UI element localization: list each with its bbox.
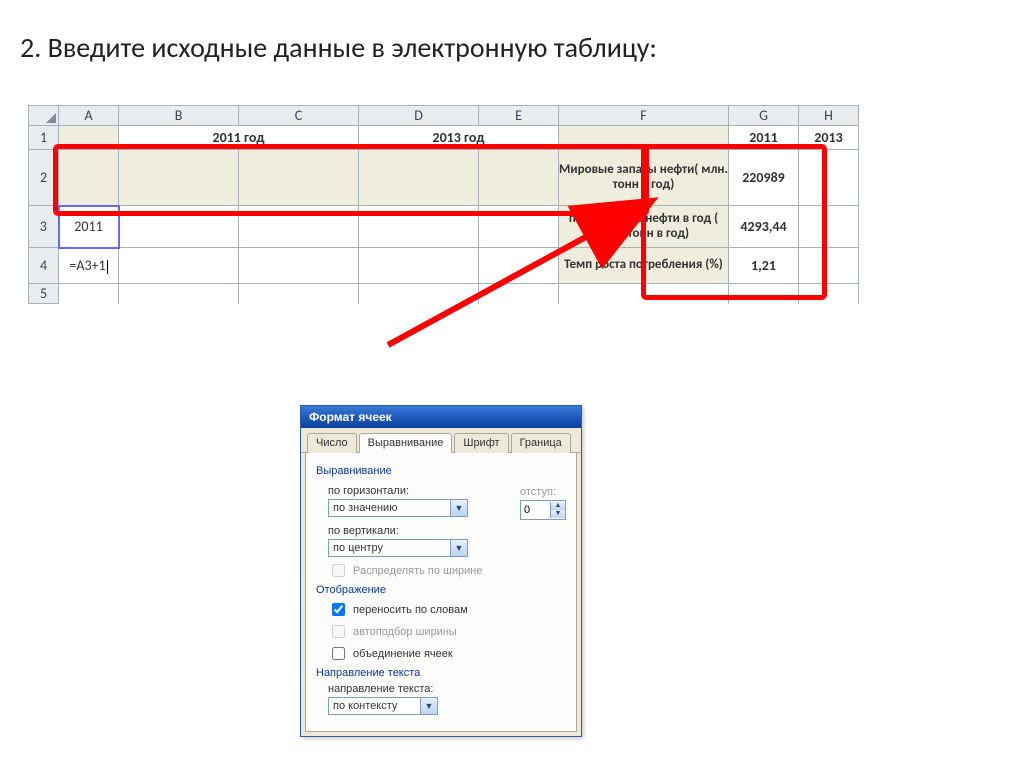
cell-D5[interactable] <box>359 284 479 304</box>
chevron-down-icon: ▼ <box>420 698 437 714</box>
checkbox-wrap[interactable] <box>332 603 345 616</box>
spin-up-icon[interactable]: ▲ <box>550 502 565 510</box>
label-vertical: по вертикали: <box>328 525 566 537</box>
cell-B2[interactable] <box>119 150 239 206</box>
spreadsheet: A B C D E F G H 1 2011 год 2013 год 2011… <box>28 105 1004 304</box>
tab-alignment[interactable]: Выравнивание <box>359 433 453 453</box>
chevron-down-icon: ▼ <box>450 540 467 556</box>
spin-indent-value[interactable] <box>521 501 550 519</box>
col-header-D[interactable]: D <box>359 106 479 126</box>
cell-F4[interactable]: Темп роста потребления (%) <box>559 248 729 284</box>
cell-A1[interactable] <box>59 126 119 150</box>
label-autofit: автоподбор ширины <box>353 626 457 638</box>
cell-B4[interactable] <box>119 248 239 284</box>
cell-F5[interactable] <box>559 284 729 304</box>
label-indent: отступ: <box>520 486 566 498</box>
cell-D4[interactable] <box>359 248 479 284</box>
dialog-title: Формат ячеек <box>301 406 581 428</box>
cell-C5[interactable] <box>239 284 359 304</box>
col-header-H[interactable]: H <box>799 106 859 126</box>
col-header-G[interactable]: G <box>729 106 799 126</box>
cell-H5[interactable] <box>799 284 859 304</box>
section-display: Отображение <box>316 584 566 596</box>
cell-E2[interactable] <box>479 150 559 206</box>
label-horizontal: по горизонтали: <box>328 485 510 497</box>
check-wrap[interactable]: переносить по словам <box>328 600 566 619</box>
cell-B1C1[interactable]: 2011 год <box>119 126 359 150</box>
col-header-F[interactable]: F <box>559 106 729 126</box>
cell-F1[interactable] <box>559 126 729 150</box>
label-distribute: Распределять по ширине <box>353 565 482 577</box>
combo-direction[interactable]: по контексту ▼ <box>328 697 438 715</box>
row-header-2[interactable]: 2 <box>29 150 59 206</box>
cell-H4[interactable] <box>799 248 859 284</box>
col-header-E[interactable]: E <box>479 106 559 126</box>
spin-down-icon[interactable]: ▼ <box>550 510 565 518</box>
check-distribute: Распределять по ширине <box>328 561 566 580</box>
cell-A2[interactable] <box>59 150 119 206</box>
cell-D1E1[interactable]: 2013 год <box>359 126 559 150</box>
row-header-5[interactable]: 5 <box>29 284 59 304</box>
cell-A5[interactable] <box>59 284 119 304</box>
label-merge: объединение ячеек <box>353 648 453 660</box>
cell-C4[interactable] <box>239 248 359 284</box>
row-header-3[interactable]: 3 <box>29 206 59 248</box>
check-autofit: автоподбор ширины <box>328 622 566 641</box>
cell-A3[interactable]: 2011 <box>59 206 119 248</box>
cell-E4[interactable] <box>479 248 559 284</box>
tab-font[interactable]: Шрифт <box>454 433 508 453</box>
row-header-1[interactable]: 1 <box>29 126 59 150</box>
section-direction: Направление текста <box>316 667 566 679</box>
cell-C3[interactable] <box>239 206 359 248</box>
combo-horizontal[interactable]: по значению ▼ <box>328 499 468 517</box>
cell-G5[interactable] <box>729 284 799 304</box>
col-header-B[interactable]: B <box>119 106 239 126</box>
sheet-table[interactable]: A B C D E F G H 1 2011 год 2013 год 2011… <box>28 105 859 304</box>
cell-D3[interactable] <box>359 206 479 248</box>
combo-vertical-value: по центру <box>333 542 383 554</box>
cell-G1[interactable]: 2011 <box>729 126 799 150</box>
cell-F3[interactable]: потребление нефти в год ( млн. тонн в го… <box>559 206 729 248</box>
combo-horizontal-value: по значению <box>333 502 397 514</box>
label-direction: направление текста: <box>328 683 566 695</box>
checkbox-distribute <box>332 564 345 577</box>
cell-G2[interactable]: 220989 <box>729 150 799 206</box>
cell-D2[interactable] <box>359 150 479 206</box>
spin-indent[interactable]: ▲ ▼ <box>520 500 566 520</box>
cell-E5[interactable] <box>479 284 559 304</box>
cell-B5[interactable] <box>119 284 239 304</box>
section-alignment: Выравнивание <box>316 465 566 477</box>
col-header-A[interactable]: A <box>59 106 119 126</box>
select-all-corner[interactable] <box>29 106 59 126</box>
checkbox-autofit <box>332 625 345 638</box>
cell-G4[interactable]: 1,21 <box>729 248 799 284</box>
chevron-down-icon: ▼ <box>450 500 467 516</box>
cell-A4[interactable]: =A3+1 <box>59 248 119 284</box>
label-wrap: переносить по словам <box>353 604 468 616</box>
cell-F2[interactable]: Мировые запасы нефти( млн. тонн в год) <box>559 150 729 206</box>
check-merge[interactable]: объединение ячеек <box>328 644 566 663</box>
combo-direction-value: по контексту <box>333 700 397 712</box>
dialog-tabs: Число Выравнивание Шрифт Граница <box>301 428 581 453</box>
cell-E3[interactable] <box>479 206 559 248</box>
tab-border[interactable]: Граница <box>511 433 571 453</box>
cell-G3[interactable]: 4293,44 <box>729 206 799 248</box>
format-cells-dialog: Формат ячеек Число Выравнивание Шрифт Гр… <box>300 405 582 737</box>
slide-title: 2. Введите исходные данные в электронную… <box>20 30 1004 65</box>
edit-caret <box>107 260 108 274</box>
col-header-C[interactable]: C <box>239 106 359 126</box>
cell-A4-text: =A3+1 <box>69 257 105 274</box>
row-header-4[interactable]: 4 <box>29 248 59 284</box>
cell-H2[interactable] <box>799 150 859 206</box>
tab-number[interactable]: Число <box>307 433 357 453</box>
dialog-body: Выравнивание по горизонтали: по значению… <box>305 453 577 732</box>
cell-C2[interactable] <box>239 150 359 206</box>
checkbox-merge[interactable] <box>332 647 345 660</box>
cell-H3[interactable] <box>799 206 859 248</box>
cell-H1[interactable]: 2013 <box>799 126 859 150</box>
cell-B3[interactable] <box>119 206 239 248</box>
combo-vertical[interactable]: по центру ▼ <box>328 539 468 557</box>
